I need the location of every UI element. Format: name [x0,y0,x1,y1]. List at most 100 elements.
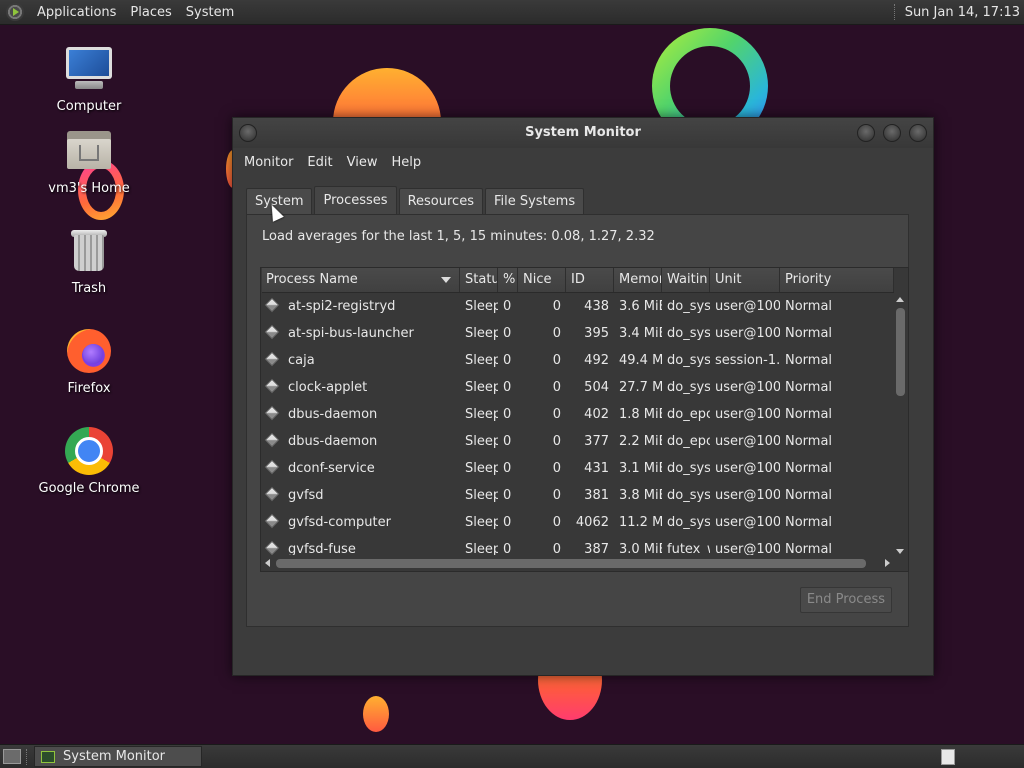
table-row[interactable]: dbus-daemon Sleep 0 0 402 1.8 MiB do_epo user@1… [262,401,894,428]
process-name: at-spi2-registryd [288,299,396,314]
show-desktop-icon[interactable] [3,749,21,764]
cell-unit: user@1000 [715,326,780,341]
window-titlebar[interactable]: System Monitor [233,118,933,148]
column-header-id[interactable]: ID [566,268,614,292]
system-monitor-window: System Monitor Monitor Edit View Help Sy… [232,117,934,676]
desktop-icon-trash[interactable]: Trash [34,227,144,296]
cell-unit: user@1000 [715,461,780,476]
desktop-icon-computer[interactable]: Computer [34,45,144,114]
cell-unit: user@1000 [715,407,780,422]
background-shape [363,696,389,732]
menu-edit[interactable]: Edit [300,155,339,170]
cell-status: Sleep [465,326,498,341]
cell-cpu: 0 [503,299,512,314]
end-process-button[interactable]: End Process [799,587,892,613]
cell-priority: Normal [785,488,833,503]
cell-priority: Normal [785,326,833,341]
scroll-left-icon[interactable] [265,559,270,567]
table-row[interactable]: at-spi2-registryd Sleep 0 0 438 3.6 MiB do_sys… [262,293,894,320]
column-header-priority[interactable]: Priority [780,268,894,292]
cell-cpu: 0 [503,380,512,395]
column-header-nice[interactable]: Nice [518,268,566,292]
column-header-process-name[interactable]: Process Name [262,268,460,292]
cell-name: dbus-daemon [262,428,460,455]
cell-id: 402 [584,407,609,422]
system-menu[interactable]: System [179,5,241,20]
places-menu[interactable]: Places [123,5,178,20]
table-row[interactable]: gvfsd Sleep 0 0 381 3.8 MiB do_sys user@1000 Nor… [262,482,894,509]
horizontal-scrollbar[interactable] [262,556,894,570]
column-label: Process Name [266,272,358,287]
cell-nice: 0 [552,461,561,476]
minimize-button[interactable] [857,124,875,142]
scrollbar-thumb[interactable] [276,559,866,568]
scroll-up-icon[interactable] [896,297,904,302]
cell-waiting: do_sys [667,488,710,503]
tab-processes[interactable]: Processes [314,186,397,215]
scroll-down-icon[interactable] [896,549,904,554]
column-header-status[interactable]: Statu [460,268,498,292]
table-row[interactable]: dbus-daemon Sleep 0 0 377 2.2 MiB do_epo user@1… [262,428,894,455]
table-body: at-spi2-registryd Sleep 0 0 438 3.6 MiB do_sys… [262,293,894,555]
bottom-panel: System Monitor [0,744,1024,768]
scrollbar-thumb[interactable] [896,308,905,396]
cell-waiting: do_sys [667,380,710,395]
cell-name: at-spi2-registryd [262,293,460,320]
close-button[interactable] [909,124,927,142]
cell-unit: user@1000 [715,515,780,530]
cell-priority: Normal [785,380,833,395]
menu-monitor[interactable]: Monitor [237,155,300,170]
table-row[interactable]: clock-applet Sleep 0 0 504 27.7 Mi do_sys user@… [262,374,894,401]
column-header-memory[interactable]: Memor [614,268,662,292]
window-menu-button[interactable] [239,124,257,142]
table-row[interactable]: gvfsd-computer Sleep 0 0 4062 11.2 Mi do_sys us… [262,509,894,536]
cell-status: Sleep [465,461,498,476]
desktop-icon-firefox[interactable]: Firefox [34,327,144,396]
vertical-scrollbar[interactable] [893,292,907,556]
table-row[interactable]: at-spi-bus-launcher Sleep 0 0 395 3.4 MiB do_s… [262,320,894,347]
cell-status: Sleep [465,515,498,530]
cell-name: gvfsd [262,482,460,509]
cell-nice: 0 [552,542,561,555]
cell-memory: 3.0 MiB [619,542,662,555]
cell-waiting: do_sys [667,461,710,476]
column-header-waiting[interactable]: Waitin [662,268,710,292]
cell-nice: 0 [552,299,561,314]
cell-status: Sleep [465,488,498,503]
table-row[interactable]: dconf-service Sleep 0 0 431 3.1 MiB do_sys user… [262,455,894,482]
cell-cpu: 0 [503,434,512,449]
tab-resources[interactable]: Resources [398,188,483,215]
system-monitor-icon [41,750,55,763]
table-row[interactable]: caja Sleep 0 0 492 49.4 M do_sys session-1.s Nor… [262,347,894,374]
desktop-icon-chrome[interactable]: Google Chrome [34,427,144,496]
maximize-button[interactable] [883,124,901,142]
desktop-icon-home[interactable]: vm3's Home [34,127,144,196]
clock[interactable]: Sun Jan 14, 17:13 [905,5,1024,20]
top-panel: Applications Places System Sun Jan 14, 1… [0,0,1024,25]
process-name: dbus-daemon [288,434,378,449]
process-name: gvfsd [288,488,324,503]
desktop-icon-label: Google Chrome [38,481,140,496]
process-icon [264,540,280,555]
tab-file-systems[interactable]: File Systems [484,188,585,215]
workspace-switcher[interactable] [941,749,955,765]
mate-logo-icon[interactable] [6,3,24,21]
menu-help[interactable]: Help [384,155,428,170]
cell-status: Sleep [465,542,498,555]
menu-view[interactable]: View [340,155,385,170]
process-name: gvfsd-computer [288,515,391,530]
scroll-right-icon[interactable] [885,559,890,567]
cell-nice: 0 [552,407,561,422]
column-header-cpu[interactable]: % [498,268,518,292]
taskbar-item-system-monitor[interactable]: System Monitor [34,746,202,767]
cell-id: 377 [584,434,609,449]
column-header-unit[interactable]: Unit [710,268,780,292]
taskbar-item-label: System Monitor [63,749,166,764]
table-row[interactable]: gvfsd-fuse Sleep 0 0 387 3.0 MiB futex_w user@1… [262,536,894,555]
cell-memory: 49.4 M [619,353,662,368]
cell-id: 492 [584,353,609,368]
cell-unit: session-1.s [715,353,780,368]
cell-waiting: do_epo [667,407,710,422]
applications-menu[interactable]: Applications [30,5,123,20]
cell-name: clock-applet [262,374,460,401]
